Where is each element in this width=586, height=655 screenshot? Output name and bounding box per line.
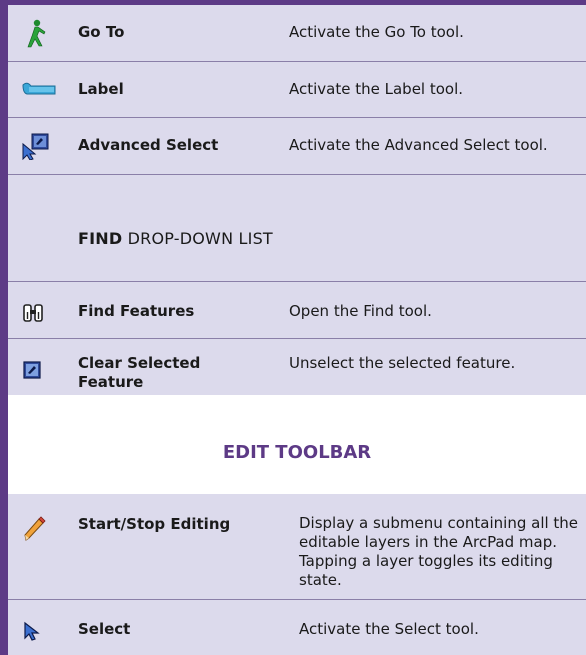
row-name: Advanced Select (78, 136, 219, 154)
row-name: Start/Stop Editing (78, 515, 231, 533)
binoculars-icon (22, 302, 52, 328)
section-header: EDIT TOOLBAR (8, 395, 586, 494)
pencil-icon (22, 516, 52, 542)
row-name: Find Features (78, 302, 195, 320)
table-row: Go To Activate the Go To tool. (8, 5, 586, 61)
find-heading-rest: DROP-DOWN LIST (122, 229, 273, 248)
row-desc: Unselect the selected feature. (289, 354, 516, 372)
row-desc: Activate the Go To tool. (289, 23, 464, 41)
clear-select-icon (22, 360, 52, 386)
find-list-heading: FIND DROP-DOWN LIST (78, 229, 273, 249)
table-row: Find Features Open the Find tool. (8, 282, 586, 338)
find-heading-bold: FIND (78, 229, 123, 248)
left-accent-bar (0, 0, 8, 655)
table-row: Advanced Select Activate the Advanced Se… (8, 118, 586, 174)
row-desc: Activate the Advanced Select tool. (289, 136, 548, 154)
table-row: Select Activate the Select tool. (8, 600, 586, 655)
row-desc: Activate the Select tool. (299, 620, 479, 638)
row-name: Clear Selected Feature (78, 354, 201, 391)
label-tag-icon (21, 79, 56, 105)
subsection-header: FIND DROP-DOWN LIST (8, 175, 586, 281)
row-desc: Open the Find tool. (289, 302, 432, 320)
edit-toolbar-title: EDIT TOOLBAR (222, 442, 372, 463)
row-desc: Display a submenu containing all the edi… (299, 514, 579, 589)
advanced-select-icon (21, 132, 51, 160)
select-arrow-icon (22, 621, 52, 647)
table-row: Start/Stop Editing Display a submenu con… (8, 494, 586, 599)
row-name: Label (78, 80, 124, 98)
row-desc: Activate the Label tool. (289, 80, 464, 98)
table-row: Label Activate the Label tool. (8, 62, 586, 117)
row-name: Go To (78, 23, 125, 41)
row-name: Select (78, 620, 131, 638)
table-row: Clear Selected Feature Unselect the sele… (8, 339, 586, 395)
walking-person-icon (22, 19, 52, 48)
